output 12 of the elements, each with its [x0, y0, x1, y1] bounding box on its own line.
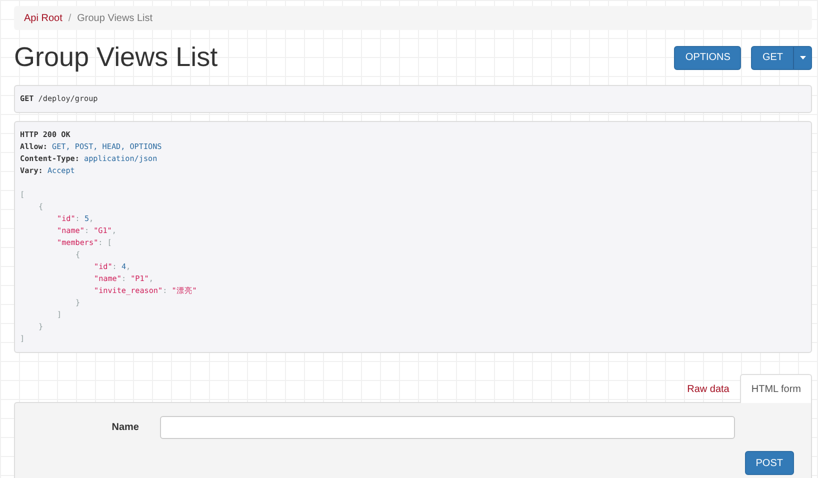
form-tab[interactable]: Raw data — [676, 374, 740, 403]
post-button[interactable]: POST — [744, 451, 794, 475]
form-tab[interactable]: HTML form — [740, 374, 812, 403]
get-button[interactable]: GET — [752, 46, 793, 68]
name-input[interactable] — [160, 416, 735, 439]
field-label: Name — [110, 422, 139, 433]
breadcrumb-separator: / — [68, 12, 72, 24]
options-button[interactable]: OPTIONS — [674, 46, 742, 70]
caret-icon — [800, 56, 806, 60]
breadcrumb-link[interactable]: Api Root — [24, 12, 62, 24]
breadcrumb-link[interactable]: Group Views List — [77, 12, 153, 24]
page-title: Group Views List — [14, 42, 218, 73]
